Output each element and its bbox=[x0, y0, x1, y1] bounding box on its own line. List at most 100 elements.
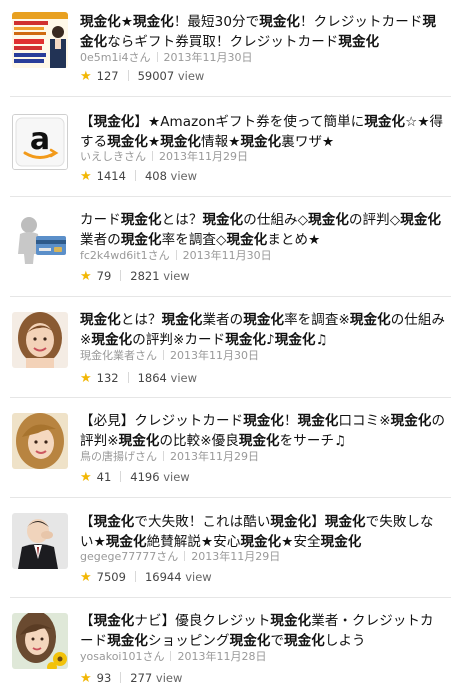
title-segment: カード bbox=[80, 212, 121, 228]
list-item[interactable]: 【必見】クレジットカード現金化！現金化口コミ※現金化の評判※現金化の比較※優良現… bbox=[0, 399, 461, 495]
title-keyword: 現金化 bbox=[297, 413, 339, 429]
title-segment: まとめ★ bbox=[267, 232, 321, 248]
list-item[interactable]: 【現金化ナビ】優良クレジット現金化業者・クレジットカード現金化ショッピング現金化… bbox=[0, 599, 461, 695]
article-thumbnail[interactable] bbox=[12, 513, 68, 569]
like-count: 93 bbox=[96, 671, 112, 685]
author-name[interactable]: fc2k4wd6it1さん bbox=[80, 249, 170, 262]
divider bbox=[170, 651, 172, 661]
star-icon: ★ bbox=[80, 470, 92, 485]
title-segment: ならギフト券買取！クレジットカード bbox=[107, 34, 339, 50]
article-title[interactable]: 【現金化ナビ】優良クレジット現金化業者・クレジットカード現金化ショッピング現金化… bbox=[80, 611, 447, 651]
title-segment: ！最短30分で bbox=[173, 14, 260, 30]
article-title[interactable]: 【現金化で大失敗！これは酷い現金化】現金化で失敗しない★現金化絶賛解説★安心現金… bbox=[80, 512, 447, 552]
divider bbox=[10, 597, 451, 598]
title-segment: をサーチ♫ bbox=[279, 433, 347, 449]
article-thumbnail[interactable] bbox=[12, 413, 68, 469]
divider bbox=[163, 451, 164, 461]
article-title[interactable]: カード現金化とは？現金化の仕組み◇現金化の評判◇現金化業者の現金化率を調査◇現金… bbox=[80, 210, 447, 250]
view-count: 16944 bbox=[144, 570, 182, 584]
title-segment: 【 bbox=[80, 613, 94, 629]
article-meta: 0e5m1i4さん 2013年11月30日 bbox=[80, 51, 253, 65]
like-count: 1414 bbox=[96, 169, 126, 183]
title-segment: 絶賛解説★安心 bbox=[146, 534, 241, 550]
title-segment: で bbox=[270, 633, 285, 649]
post-date: 2013年11月29日 bbox=[191, 550, 281, 563]
title-segment: の比較※優良 bbox=[159, 433, 239, 449]
divider bbox=[120, 270, 122, 281]
article-meta: いえしきさん 2013年11月29日 bbox=[80, 150, 248, 164]
article-thumbnail[interactable] bbox=[12, 12, 68, 68]
author-name[interactable]: 現金化業者さん bbox=[80, 349, 157, 362]
article-title[interactable]: 現金化とは？現金化業者の現金化率を調査※現金化の仕組み※現金化の評判※カード現金… bbox=[80, 310, 447, 350]
star-icon: ★ bbox=[80, 671, 92, 686]
like-count: 127 bbox=[96, 69, 119, 83]
view-unit: view bbox=[185, 570, 212, 584]
author-name[interactable]: 鳥の唐揚げさん bbox=[80, 450, 157, 463]
list-item[interactable]: 【現金化で大失敗！これは酷い現金化】現金化で失敗しない★現金化絶賛解説★安心現金… bbox=[0, 499, 461, 595]
title-segment: 口コミ※ bbox=[338, 413, 391, 429]
title-keyword: 現金化 bbox=[107, 633, 149, 649]
title-text: 【現金化ナビ】優良クレジット現金化業者・クレジットカード現金化ショッピング現金化… bbox=[80, 613, 434, 649]
title-segment: 】 bbox=[311, 514, 325, 530]
title-segment: 】★Amazonギフト券を使って簡単に bbox=[134, 114, 365, 130]
title-segment: 【必見】クレジットカード bbox=[80, 413, 244, 429]
title-keyword: 現金化 bbox=[93, 613, 135, 629]
title-segment: 業者の bbox=[202, 312, 244, 328]
like-count: 41 bbox=[96, 470, 112, 484]
divider bbox=[10, 296, 451, 297]
article-thumbnail[interactable]: a bbox=[12, 114, 68, 170]
author-name[interactable]: gegege77777さん bbox=[80, 550, 178, 563]
article-meta: yosakoi101さん 2013年11月28日 bbox=[80, 650, 266, 664]
article-thumbnail[interactable] bbox=[12, 210, 68, 266]
author-name[interactable]: 0e5m1i4さん bbox=[80, 51, 151, 64]
view-count: 277 bbox=[130, 671, 153, 685]
view-count: 1864 bbox=[137, 371, 167, 385]
divider bbox=[127, 372, 129, 383]
divider bbox=[184, 551, 186, 561]
list-item[interactable]: a 【現金化】★Amazonギフト券を使って簡単に現金化☆★得する現金化★現金化… bbox=[0, 98, 461, 194]
title-keyword: 現金化 bbox=[270, 613, 312, 629]
title-keyword: 現金化 bbox=[80, 312, 121, 328]
divider bbox=[10, 196, 451, 197]
article-title[interactable]: 【必見】クレジットカード現金化！現金化口コミ※現金化の評判※現金化の比較※優良現… bbox=[80, 411, 447, 451]
title-segment: ★安全 bbox=[281, 534, 321, 550]
divider bbox=[120, 672, 122, 683]
title-segment: とは？ bbox=[120, 312, 162, 328]
post-date: 2013年11月30日 bbox=[170, 349, 259, 362]
title-keyword: 現金化 bbox=[320, 534, 362, 550]
author-name[interactable]: いえしきさん bbox=[80, 150, 146, 163]
divider bbox=[120, 471, 122, 482]
title-keyword: 現金化 bbox=[243, 413, 285, 429]
divider bbox=[175, 250, 177, 260]
divider bbox=[134, 170, 136, 181]
article-title[interactable]: 【現金化】★Amazonギフト券を使って簡単に現金化☆★得する現金化★現金化情報… bbox=[80, 112, 447, 152]
title-text: 【現金化で大失敗！これは酷い現金化】現金化で失敗しない★現金化絶賛解説★安心現金… bbox=[80, 514, 434, 550]
title-keyword: 現金化 bbox=[120, 212, 162, 228]
title-text: 現金化とは？現金化業者の現金化率を調査※現金化の仕組み※現金化の評判※カード現金… bbox=[80, 312, 445, 348]
title-keyword: 現金化 bbox=[80, 14, 121, 30]
post-date: 2013年11月29日 bbox=[159, 150, 248, 163]
title-keyword: 現金化 bbox=[226, 232, 268, 248]
title-keyword: 現金化 bbox=[161, 312, 203, 328]
list-item[interactable]: 現金化★現金化！最短30分で現金化！クレジットカード現金化ならギフト券買取！クレ… bbox=[0, 0, 461, 96]
title-segment: ショッピング bbox=[148, 633, 230, 649]
post-date: 2013年11月30日 bbox=[163, 51, 253, 64]
title-segment: の評判※カード bbox=[132, 332, 226, 348]
list-item[interactable]: 現金化とは？現金化業者の現金化率を調査※現金化の仕組み※現金化の評判※カード現金… bbox=[0, 298, 461, 394]
title-keyword: 現金化 bbox=[118, 433, 160, 449]
divider bbox=[10, 397, 451, 398]
title-keyword: 現金化 bbox=[133, 14, 174, 30]
title-segment: ！ bbox=[284, 413, 298, 429]
title-segment: ！クレジットカード bbox=[300, 14, 423, 30]
title-keyword: 現金化 bbox=[229, 633, 271, 649]
author-name[interactable]: yosakoi101さん bbox=[80, 650, 164, 663]
title-keyword: 現金化 bbox=[240, 134, 282, 150]
title-segment: 【 bbox=[80, 114, 94, 130]
article-thumbnail[interactable] bbox=[12, 312, 68, 368]
title-keyword: 現金化 bbox=[338, 34, 380, 50]
article-thumbnail[interactable] bbox=[12, 613, 68, 669]
post-date: 2013年11月29日 bbox=[170, 450, 259, 463]
article-title[interactable]: 現金化★現金化！最短30分で現金化！クレジットカード現金化ならギフト券買取！クレ… bbox=[80, 12, 447, 52]
list-item[interactable]: カード現金化とは？現金化の仕組み◇現金化の評判◇現金化業者の現金化率を調査◇現金… bbox=[0, 198, 461, 294]
title-keyword: 現金化 bbox=[91, 332, 133, 348]
